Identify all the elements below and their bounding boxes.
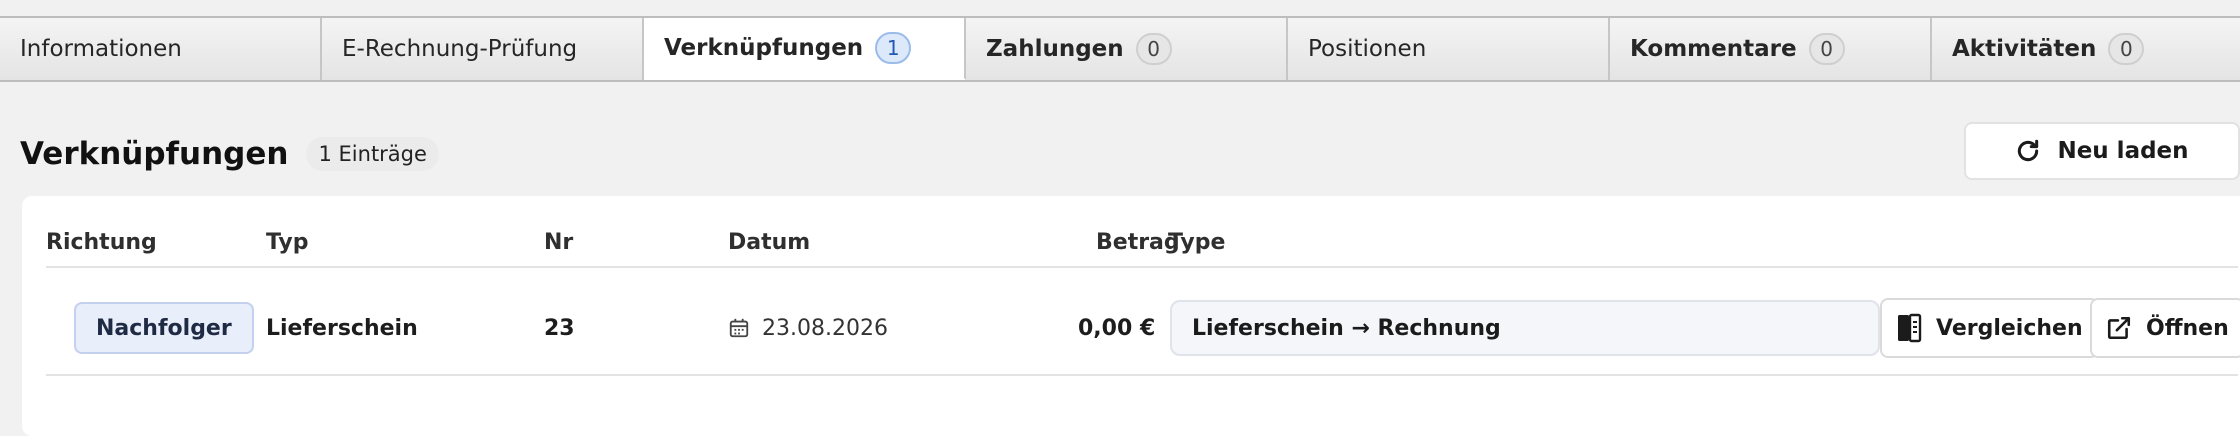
tab-label: Kommentare bbox=[1630, 36, 1797, 62]
compare-button[interactable]: Vergleichen bbox=[1880, 298, 2099, 358]
header-typ: Typ bbox=[266, 229, 309, 255]
refresh-icon bbox=[2015, 138, 2041, 164]
tab-verknuepfungen[interactable]: Verknüpfungen 1 bbox=[644, 18, 966, 80]
table-row: Nachfolger Lieferschein 23 23.08.2026 0,… bbox=[46, 292, 2240, 376]
direction-badge: Nachfolger bbox=[74, 302, 254, 354]
tab-label: E-Rechnung-Prüfung bbox=[342, 36, 578, 62]
tab-zahlungen[interactable]: Zahlungen 0 bbox=[966, 18, 1288, 80]
section-header: Verknüpfungen 1 Einträge bbox=[20, 134, 439, 174]
tab-positionen[interactable]: Positionen bbox=[1288, 18, 1610, 80]
tab-bar: Informationen E-Rechnung-Prüfung Verknüp… bbox=[0, 16, 2240, 82]
tab-count-badge: 0 bbox=[1135, 33, 1172, 65]
open-cell: Öffnen bbox=[2090, 298, 2240, 358]
tab-e-rechnung-pruefung[interactable]: E-Rechnung-Prüfung bbox=[322, 18, 644, 80]
tab-kommentare[interactable]: Kommentare 0 bbox=[1610, 18, 1932, 80]
tab-aktivitaeten[interactable]: Aktivitäten 0 bbox=[1932, 18, 2240, 80]
link-type-chip: Lieferschein → Rechnung bbox=[1170, 300, 1880, 356]
compare-cell: Vergleichen bbox=[1880, 298, 2099, 358]
header-type: Type bbox=[1168, 229, 1226, 255]
reload-button[interactable]: Neu laden bbox=[1964, 122, 2240, 180]
open-button[interactable]: Öffnen bbox=[2090, 298, 2240, 358]
external-link-icon bbox=[2106, 315, 2132, 341]
tab-count-badge: 0 bbox=[1808, 33, 1845, 65]
date-value: 23.08.2026 bbox=[762, 315, 888, 341]
entries-count: 1 bbox=[318, 142, 332, 166]
tab-count-badge: 0 bbox=[2108, 33, 2145, 65]
link-type-cell: Lieferschein → Rechnung bbox=[1170, 300, 1880, 356]
entries-badge: 1 Einträge bbox=[306, 137, 439, 171]
tab-label: Positionen bbox=[1308, 36, 1427, 62]
table-header: Richtung Typ Nr Datum Betrag Type bbox=[46, 226, 2238, 268]
reload-label: Neu laden bbox=[2057, 138, 2189, 164]
header-richtung: Richtung bbox=[46, 229, 157, 255]
tab-label: Zahlungen bbox=[986, 36, 1124, 62]
type-cell: Lieferschein bbox=[266, 315, 418, 341]
links-table: Richtung Typ Nr Datum Betrag Type Nachfo… bbox=[22, 196, 2240, 436]
section-title: Verknüpfungen bbox=[20, 136, 289, 172]
date-cell: 23.08.2026 bbox=[728, 300, 888, 356]
tab-informationen[interactable]: Informationen bbox=[0, 18, 322, 80]
entries-label: Einträge bbox=[338, 142, 427, 166]
amount-cell: 0,00 € bbox=[1078, 315, 1156, 341]
tab-label: Aktivitäten bbox=[1952, 36, 2097, 62]
tab-label: Verknüpfungen bbox=[664, 35, 864, 61]
tab-label: Informationen bbox=[20, 36, 182, 62]
direction-cell: Nachfolger bbox=[74, 300, 254, 356]
compare-label: Vergleichen bbox=[1936, 315, 2083, 341]
compare-documents-icon bbox=[1896, 312, 1922, 344]
tab-count-badge: 1 bbox=[875, 32, 912, 64]
header-datum: Datum bbox=[728, 229, 811, 255]
open-label: Öffnen bbox=[2146, 315, 2229, 341]
number-cell: 23 bbox=[544, 315, 575, 341]
header-nr: Nr bbox=[544, 229, 574, 255]
calendar-icon bbox=[728, 317, 750, 339]
